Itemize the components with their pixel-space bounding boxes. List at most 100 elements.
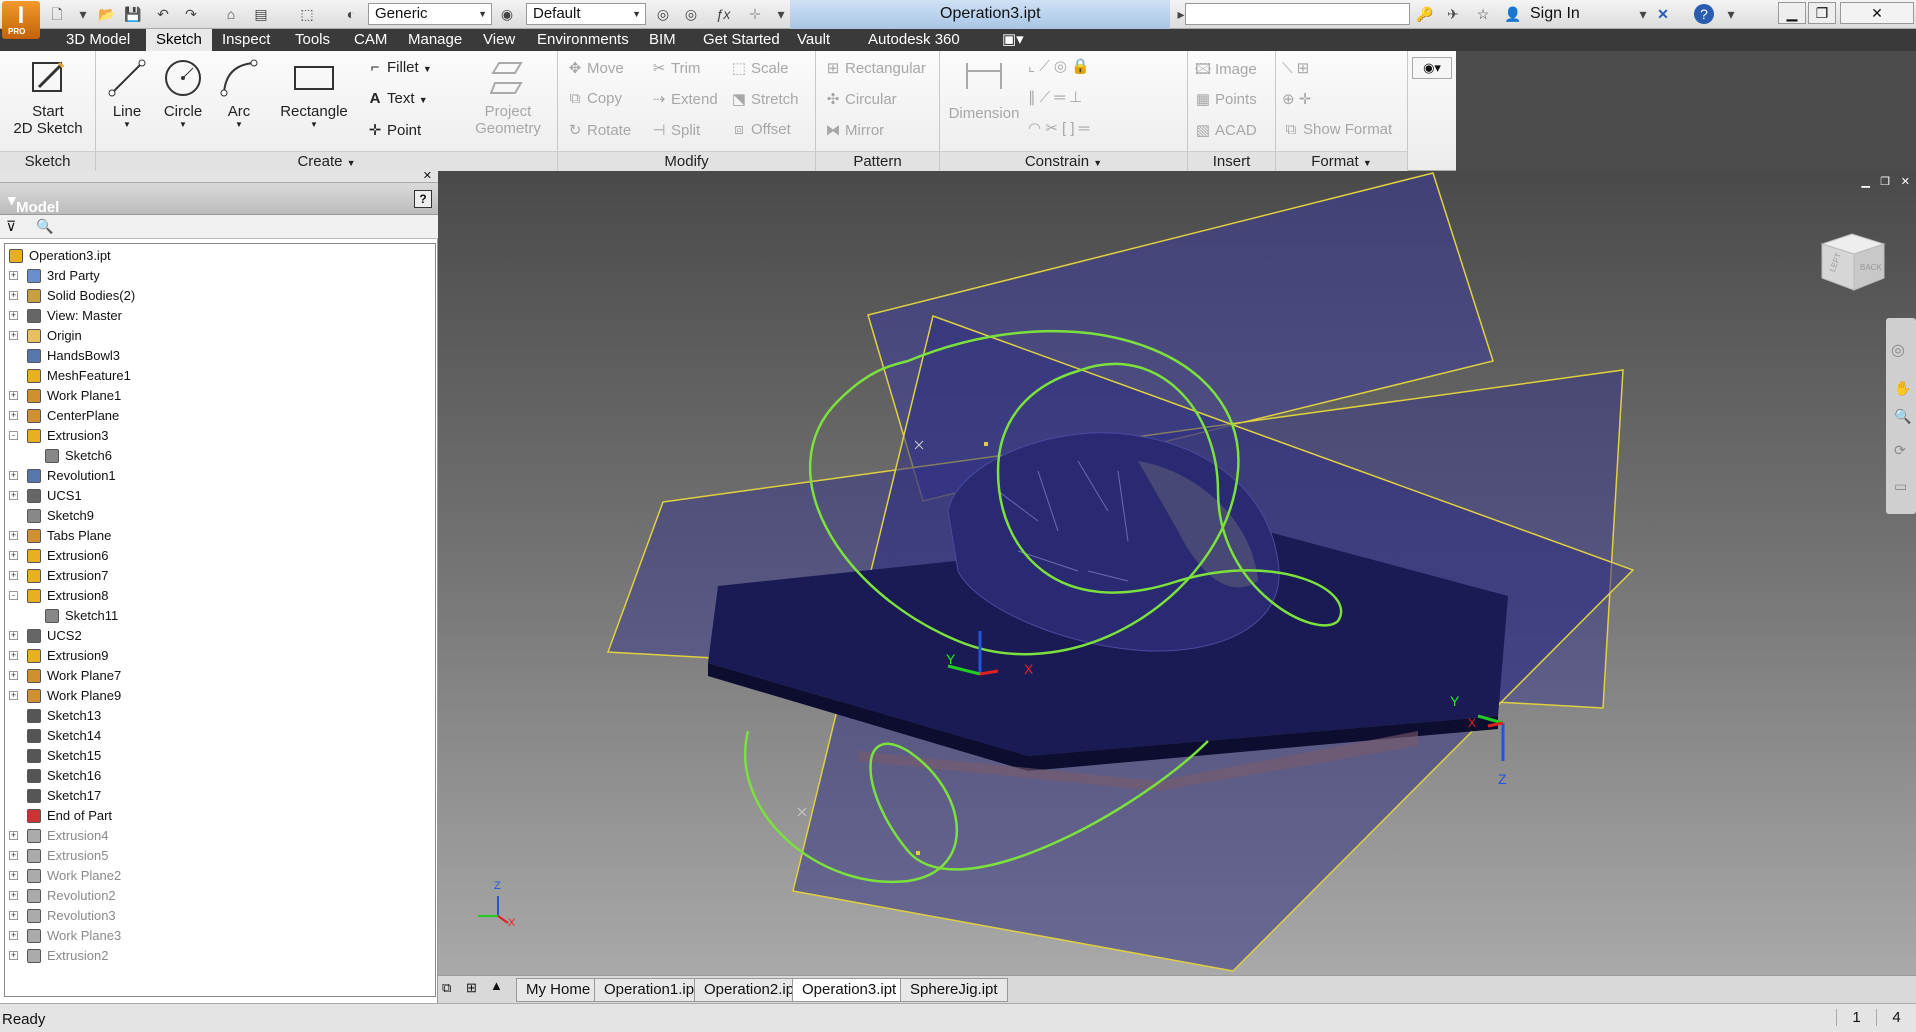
split-button[interactable]: ⊣ Split	[650, 121, 700, 139]
plus-icon[interactable]: ✛	[744, 4, 766, 24]
expand-icon[interactable]: +	[9, 831, 18, 840]
extend-button[interactable]: ⇢ Extend	[650, 90, 718, 108]
maximize-button[interactable]: ❐	[1808, 2, 1836, 24]
tab-inspect[interactable]: Inspect	[212, 29, 280, 51]
tree-node[interactable]: Sketch11	[7, 606, 427, 626]
point-button[interactable]: ✛ Point	[366, 121, 422, 139]
expand-icon[interactable]: +	[9, 631, 18, 640]
rectangle-button[interactable]: Rectangle ▼	[274, 55, 354, 129]
expand-icon[interactable]: +	[9, 931, 18, 940]
create-panel-name[interactable]: Create ▼	[96, 151, 557, 171]
help-search-input[interactable]	[1185, 3, 1410, 25]
expand-icon[interactable]: +	[9, 311, 18, 320]
expand-icon[interactable]: +	[9, 491, 18, 500]
coincident-icon[interactable]: ⌞ ⟋ ◎ 🔒	[1028, 57, 1090, 75]
orbit-icon[interactable]: ⟳	[1894, 442, 1906, 459]
chevron-down-icon[interactable]: ▾	[1720, 4, 1742, 24]
chevron-down-icon[interactable]: ▾	[1632, 4, 1654, 24]
tab-environments[interactable]: Environments	[527, 29, 639, 51]
tree-node[interactable]: + View: Master	[7, 306, 427, 326]
filter-icon[interactable]: ⊽	[6, 218, 16, 235]
viewport-minimize-icon[interactable]: ▁	[1862, 175, 1870, 188]
tree-node[interactable]: + Extrusion5	[7, 846, 427, 866]
select-icon[interactable]: ⬚	[296, 4, 318, 24]
expand-icon[interactable]: +	[9, 471, 18, 480]
tree-node[interactable]: Sketch6	[7, 446, 427, 466]
undo-icon[interactable]: ↶	[152, 4, 174, 24]
expand-icon[interactable]: +	[9, 891, 18, 900]
expand-icon[interactable]: +	[9, 331, 18, 340]
tree-node[interactable]: + Revolution3	[7, 906, 427, 926]
document-tab[interactable]: My Home	[516, 978, 601, 1002]
close-icon[interactable]: ✕	[423, 169, 432, 182]
tree-node[interactable]: + Extrusion9	[7, 646, 427, 666]
tab-tools[interactable]: Tools	[285, 29, 340, 51]
tree-node[interactable]: + Origin	[7, 326, 427, 346]
minimize-button[interactable]: ▁	[1778, 2, 1806, 24]
tree-node[interactable]: Sketch16	[7, 766, 427, 786]
look-at-icon[interactable]: ▭	[1894, 478, 1907, 495]
update-icon[interactable]: ◐	[340, 4, 362, 24]
help-icon[interactable]: ?	[414, 190, 432, 208]
open-icon[interactable]: 📂	[96, 4, 118, 24]
project-geometry-button[interactable]: Project Geometry	[466, 55, 550, 137]
expand-icon[interactable]: +	[9, 271, 18, 280]
tree-node[interactable]: + Work Plane3	[7, 926, 427, 946]
dropdown-icon[interactable]: ▾	[72, 4, 94, 24]
construction-icon[interactable]: ⟍ ⊞	[1282, 59, 1309, 77]
expand-icon[interactable]: +	[9, 411, 18, 420]
steering-wheel-icon[interactable]: ◎	[1891, 340, 1905, 360]
circle-button[interactable]: Circle ▼	[158, 55, 208, 129]
expand-icon[interactable]: +	[9, 531, 18, 540]
star-icon[interactable]: ☆	[1472, 4, 1494, 24]
browser-title-button[interactable]: Model ▾	[8, 191, 59, 216]
expand-icon[interactable]: +	[9, 651, 18, 660]
graphics-viewport[interactable]: X Y Z Y X Z X ▁ ❐ ✕	[438, 171, 1916, 975]
parallel-icon[interactable]: ∥ ⟋ ═ ⊥	[1028, 88, 1082, 106]
acad-button[interactable]: ▧ ACAD	[1194, 121, 1257, 139]
tree-node[interactable]: + UCS2	[7, 626, 427, 646]
tree-node[interactable]: + Revolution1	[7, 466, 427, 486]
tree-node[interactable]: MeshFeature1	[7, 366, 427, 386]
clear-icon[interactable]: ◎	[680, 4, 702, 24]
customize-icon[interactable]: ▾	[770, 4, 792, 24]
expand-icon[interactable]: +	[9, 671, 18, 680]
expand-icon[interactable]: +	[9, 851, 18, 860]
expand-icon[interactable]: +	[9, 911, 18, 920]
tab-sketch[interactable]: Sketch	[146, 29, 212, 51]
help-icon[interactable]: ?	[1694, 4, 1714, 24]
tree-node[interactable]: + Work Plane2	[7, 866, 427, 886]
tree-node[interactable]: + Work Plane9	[7, 686, 427, 706]
offset-button[interactable]: ⧈ Offset	[730, 121, 791, 138]
line-button[interactable]: Line ▼	[102, 55, 152, 129]
tree-node[interactable]: Sketch17	[7, 786, 427, 806]
home-icon[interactable]: ⌂	[220, 4, 242, 24]
print-icon[interactable]: ▤	[250, 4, 272, 24]
format-panel-name[interactable]: Format ▼	[1276, 151, 1407, 171]
expand-icon[interactable]: +	[9, 571, 18, 580]
documents-menu-icon[interactable]: ▲	[490, 978, 503, 993]
tree-node[interactable]: + Tabs Plane	[7, 526, 427, 546]
collapse-icon[interactable]: -	[9, 431, 18, 440]
expand-icon[interactable]: +	[9, 951, 18, 960]
tree-node[interactable]: + Extrusion7	[7, 566, 427, 586]
scale-button[interactable]: ⬚ Scale	[730, 59, 789, 77]
expand-icon[interactable]: +	[9, 291, 18, 300]
find-icon[interactable]: 🔍	[36, 218, 53, 235]
exchange-icon[interactable]: ✕	[1652, 4, 1674, 24]
collapse-icon[interactable]: -	[9, 591, 18, 600]
stretch-button[interactable]: ⬔ Stretch	[730, 90, 799, 108]
points-button[interactable]: ▦ Points	[1194, 90, 1257, 108]
redo-icon[interactable]: ↷	[180, 4, 202, 24]
move-button[interactable]: ✥ Move	[566, 59, 624, 77]
adjust-icon[interactable]: ◎	[652, 4, 674, 24]
viewport-restore-icon[interactable]: ❐	[1880, 175, 1890, 188]
tree-node[interactable]: + Extrusion4	[7, 826, 427, 846]
save-icon[interactable]: 💾	[122, 4, 144, 24]
tree-node[interactable]: - Extrusion8	[7, 586, 427, 606]
constrain-panel-name[interactable]: Constrain ▼	[940, 151, 1187, 171]
expand-icon[interactable]: +	[9, 551, 18, 560]
tangent-icon[interactable]: ◠ ✂ [ ] ═	[1028, 119, 1089, 137]
tree-node[interactable]: Sketch9	[7, 506, 427, 526]
ribbon-options-button[interactable]: ◉▾	[1412, 57, 1452, 79]
